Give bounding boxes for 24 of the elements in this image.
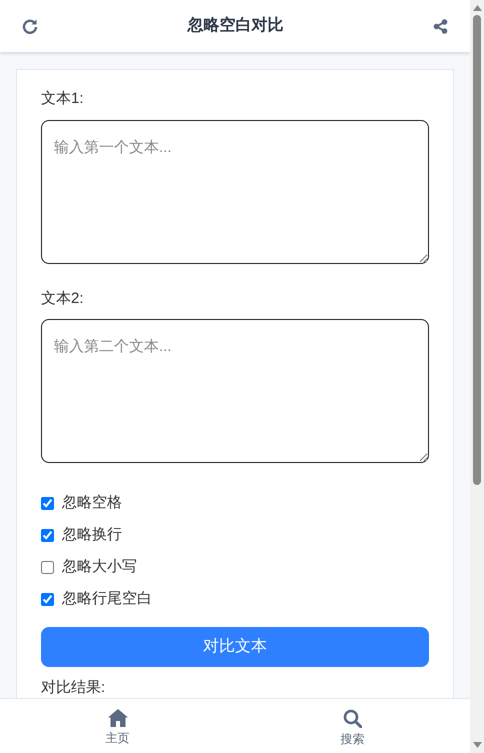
result-label: 对比结果: <box>41 678 106 698</box>
checkbox-label[interactable]: 忽略行尾空白 <box>62 588 152 610</box>
nav-label[interactable]: 搜索 <box>340 730 364 748</box>
field-label: 文本2: <box>41 288 85 308</box>
share-icon[interactable] <box>433 18 448 34</box>
checkbox[interactable] <box>41 496 54 510</box>
checkbox-label[interactable]: 忽略空格 <box>62 492 122 514</box>
page-title: 忽略空白对比 <box>188 15 284 36</box>
checkbox-label[interactable]: 忽略大小写 <box>62 556 137 578</box>
scrollbar-thumb[interactable] <box>473 15 481 485</box>
home-icon <box>108 709 128 727</box>
nav-label[interactable]: 主页 <box>106 729 130 747</box>
refresh-icon[interactable] <box>22 18 38 34</box>
checkbox[interactable] <box>41 560 54 574</box>
checkbox-label[interactable]: 忽略换行 <box>62 524 122 546</box>
scroll-down-icon[interactable] <box>472 742 482 748</box>
text-area[interactable]: 输入第一个文本... <box>41 120 429 264</box>
search-icon <box>343 708 362 728</box>
scroll-up-icon[interactable] <box>472 5 482 11</box>
checkbox[interactable] <box>41 592 54 606</box>
text-area[interactable]: 输入第二个文本... <box>41 319 429 463</box>
field-label: 文本1: <box>41 89 85 109</box>
checkbox[interactable] <box>41 528 54 542</box>
compare-button[interactable]: 对比文本 <box>41 627 429 667</box>
